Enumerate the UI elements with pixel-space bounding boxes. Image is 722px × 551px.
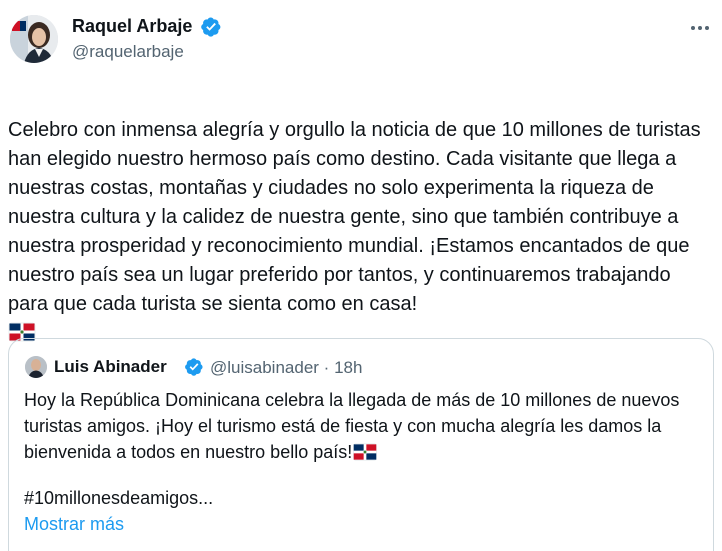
- quoted-flag-dominican-republic-icon: [353, 443, 378, 461]
- tweet-body: Celebro con inmensa alegría y orgullo la…: [8, 119, 701, 315]
- quoted-hashtag: #10millonesdeamigos...: [24, 488, 214, 508]
- quoted-avatar-photo: [25, 356, 47, 378]
- avatar-photo: [10, 15, 58, 63]
- author-name[interactable]: Raquel Arbaje: [72, 16, 192, 37]
- quoted-author-handle[interactable]: @luisabinader: [210, 358, 319, 377]
- quoted-meta: @luisabinader · 18h: [210, 358, 362, 378]
- quoted-text: Hoy la República Dominicana celebra la l…: [24, 387, 704, 465]
- quoted-author-name[interactable]: Luis Abinader: [54, 357, 167, 377]
- tweet-text: Celebro con inmensa alegría y orgullo la…: [8, 87, 714, 348]
- tweet: Raquel Arbaje @raquelarbaje Celebro con …: [0, 0, 722, 551]
- quoted-verified-badge-icon: [185, 358, 203, 376]
- quoted-separator: ·: [323, 358, 330, 377]
- author-avatar[interactable]: [10, 15, 58, 63]
- more-options-icon[interactable]: [688, 16, 712, 40]
- quoted-author-avatar[interactable]: [25, 356, 47, 378]
- quoted-timestamp[interactable]: 18h: [334, 358, 362, 377]
- verified-badge-icon: [201, 17, 221, 37]
- quoted-tweet[interactable]: Luis Abinader @luisabinader · 18h Hoy la…: [8, 338, 714, 551]
- author-handle[interactable]: @raquelarbaje: [72, 42, 184, 62]
- show-more-link[interactable]: Mostrar más: [24, 511, 124, 537]
